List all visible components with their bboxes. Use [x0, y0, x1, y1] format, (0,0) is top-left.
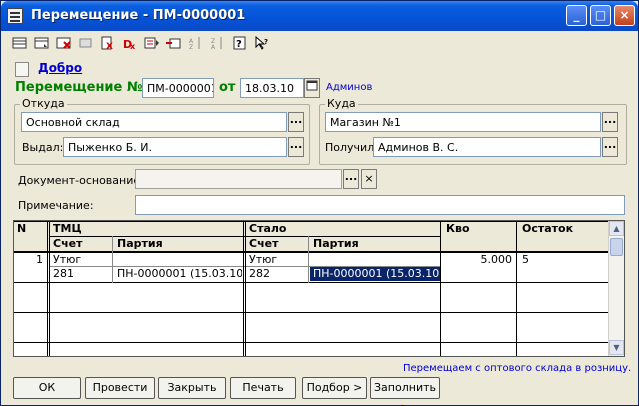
received-by-label: Получил:: [325, 141, 378, 154]
grid-line: [243, 221, 244, 356]
document-icon: [7, 8, 23, 24]
grid-line: [14, 342, 609, 343]
row-new-account[interactable]: 282: [246, 267, 308, 280]
to-store-select-button[interactable]: ...: [602, 112, 618, 132]
header-became-batch[interactable]: Партия: [310, 237, 436, 250]
row-item[interactable]: Утюг: [50, 253, 240, 266]
grid-line: [112, 236, 113, 283]
grid-line: [14, 221, 609, 222]
clear-icon: ×: [364, 172, 374, 185]
row-new-item[interactable]: Утюг: [246, 253, 436, 266]
grid-line: [49, 221, 50, 356]
calendar-icon: [306, 80, 318, 91]
header-became-account[interactable]: Счет: [246, 237, 306, 250]
svg-text:Z: Z: [189, 44, 193, 50]
move-icon[interactable]: [165, 36, 183, 54]
delete-row-icon[interactable]: [55, 36, 73, 54]
svg-text:x: x: [130, 42, 136, 50]
scroll-thumb[interactable]: [610, 238, 623, 256]
items-table: N ТМЦ Счет Партия Стало Счет Партия Кво …: [13, 220, 625, 357]
date-field[interactable]: 18.03.10: [240, 78, 304, 98]
calendar-button[interactable]: [304, 78, 320, 98]
date-label: от: [219, 80, 236, 95]
grid-line: [14, 252, 609, 253]
post-button[interactable]: Провести: [85, 377, 155, 399]
title-bar[interactable]: Перемещение - ПМ-0000001 _ □ ×: [1, 1, 638, 31]
to-store-field[interactable]: Магазин №1: [325, 112, 601, 132]
fill-button[interactable]: Заполнить >: [370, 377, 440, 406]
author-label: Админов: [326, 82, 373, 93]
ok-button[interactable]: ОК: [13, 377, 81, 399]
maximize-button[interactable]: □: [590, 5, 611, 26]
svg-text:A: A: [211, 44, 216, 50]
doc-number-field[interactable]: ПМ-0000001: [142, 78, 214, 98]
document-window: Перемещение - ПМ-0000001 _ □ × X Dx A Z …: [0, 0, 639, 406]
minimize-button[interactable]: _: [566, 5, 587, 26]
table-scrollbar[interactable]: ▲ ▼: [608, 221, 624, 356]
received-by-select-button[interactable]: ...: [602, 137, 618, 157]
svg-text:?: ?: [264, 38, 268, 46]
header-became[interactable]: Стало: [246, 222, 436, 235]
grid-line: [308, 236, 309, 283]
sort-asc-icon[interactable]: AZ: [187, 36, 205, 54]
header-remain[interactable]: Остаток: [519, 222, 607, 235]
grid-line: [47, 221, 48, 356]
from-warehouse-field[interactable]: Основной склад: [21, 112, 287, 132]
basis-label: Документ-основание:: [18, 174, 144, 187]
sort-desc-icon[interactable]: ZA: [209, 36, 227, 54]
basis-field[interactable]: [135, 169, 342, 189]
grid-line: [14, 312, 609, 313]
issued-by-select-button[interactable]: ...: [288, 137, 304, 157]
from-group-title: Откуда: [20, 97, 67, 110]
note-field[interactable]: [135, 195, 625, 215]
close-window-button[interactable]: ×: [614, 5, 635, 26]
delete-mark-icon[interactable]: X: [99, 36, 117, 54]
close-button[interactable]: Закрыть: [158, 377, 226, 399]
header-tmc-account[interactable]: Счет: [50, 237, 112, 250]
issued-by-label: Выдал:: [22, 141, 64, 154]
basis-clear-button[interactable]: ×: [361, 169, 377, 189]
edit-row-icon[interactable]: [77, 36, 95, 54]
scroll-down-icon[interactable]: ▼: [609, 340, 624, 355]
to-group-title: Куда: [325, 97, 358, 110]
row-account[interactable]: 281: [50, 267, 112, 280]
toolbar: X Dx AZ ZA ? ?: [5, 34, 635, 56]
row-new-batch-selected[interactable]: ПН-0000001 (15.03.10): [310, 267, 440, 281]
new-row-icon[interactable]: [11, 36, 29, 54]
delete-icon[interactable]: Dx: [121, 36, 139, 54]
scroll-up-icon[interactable]: ▲: [609, 221, 624, 236]
header-qty[interactable]: Кво: [443, 222, 513, 235]
svg-text:X: X: [106, 42, 113, 50]
row-remain[interactable]: 5: [519, 253, 607, 266]
grid-line: [14, 282, 609, 283]
row-qty[interactable]: 5.000: [443, 253, 515, 266]
context-help-icon[interactable]: ?: [253, 35, 271, 54]
status-link[interactable]: Добро: [38, 61, 82, 75]
window-title: Перемещение - ПМ-0000001: [31, 8, 246, 23]
document-heading: Перемещение №: [15, 80, 143, 95]
print-button[interactable]: Печать: [230, 377, 296, 399]
footer-note: Перемещаем с оптового склада в розницу.: [403, 363, 632, 374]
issued-by-field[interactable]: Пыженко Б. И.: [63, 137, 287, 157]
basis-select-button[interactable]: ...: [343, 169, 359, 189]
status-indicator[interactable]: [15, 62, 29, 77]
properties-icon[interactable]: [143, 36, 161, 54]
help-icon[interactable]: ?: [231, 36, 249, 54]
select-button[interactable]: Подбор >: [302, 377, 367, 399]
svg-text:?: ?: [236, 39, 242, 50]
header-n[interactable]: N: [14, 222, 47, 235]
copy-row-icon[interactable]: [33, 36, 51, 54]
grid-line: [245, 221, 246, 356]
header-tmc-batch[interactable]: Партия: [114, 237, 240, 250]
note-label: Примечание:: [18, 199, 94, 212]
header-tmc[interactable]: ТМЦ: [50, 222, 240, 235]
from-warehouse-select-button[interactable]: ...: [288, 112, 304, 132]
grid-line: [440, 221, 441, 356]
grid-line: [516, 221, 517, 356]
received-by-field[interactable]: Админов В. С.: [373, 137, 601, 157]
row-batch[interactable]: ПН-0000001 (15.03.10): [114, 267, 242, 280]
row-number[interactable]: 1: [14, 253, 46, 266]
